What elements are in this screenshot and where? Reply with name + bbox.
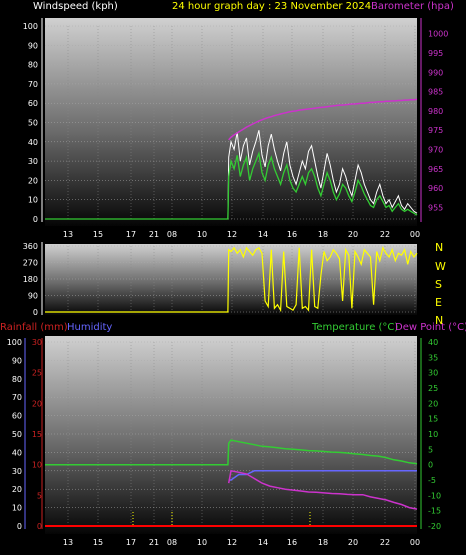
temp-panel-bg	[45, 336, 417, 534]
temp-y-tick: -20	[428, 522, 441, 531]
direction-y-tick: 0	[33, 308, 38, 317]
humidity-y-tick: 30	[12, 467, 22, 476]
humidity-y-tick: 40	[12, 448, 22, 457]
humidity-y-tick: 10	[12, 504, 22, 513]
x-tick-label-top: 15	[93, 230, 103, 239]
direction-y-tick: 90	[28, 292, 38, 301]
x-tick-label-bottom: 08	[167, 538, 177, 547]
x-tick-label-bottom: 10	[197, 538, 207, 547]
x-tick-label-top: 16	[287, 230, 297, 239]
humidity-y-tick: 70	[12, 393, 22, 402]
baro-y-tick: 990	[428, 68, 443, 77]
humidity-y-tick: 60	[12, 412, 22, 421]
x-tick-label-bottom: 00	[410, 538, 420, 547]
temp-y-tick: 20	[428, 399, 438, 408]
wind-y-tick: 50	[28, 119, 38, 128]
temp-y-tick: 5	[428, 445, 433, 454]
compass-label-n-bottom: N	[435, 314, 443, 327]
wind-y-tick: 40	[28, 138, 38, 147]
wind-y-tick: 10	[28, 196, 38, 205]
x-tick-label-top: 13	[63, 230, 73, 239]
x-tick-label-top: 14	[258, 230, 268, 239]
baro-y-tick: 960	[428, 184, 443, 193]
temp-y-tick: 10	[428, 430, 438, 439]
x-tick-label-top: 00	[410, 230, 420, 239]
x-tick-label-bottom: 20	[348, 538, 358, 547]
humidity-title: Humidity	[67, 322, 112, 333]
wind-y-tick: 100	[23, 22, 38, 31]
wind-y-tick: 20	[28, 176, 38, 185]
x-tick-label-bottom: 18	[318, 538, 328, 547]
weather-graph-canvas: 13 13 15 15 17 17 21 21 08 08 10 10 12 12 14 14 16 16 18 18…	[0, 1, 466, 547]
baro-y-tick: 955	[428, 203, 443, 212]
x-tick-label-top: 12	[227, 230, 237, 239]
wind-y-tick: 30	[28, 157, 38, 166]
direction-y-tick: 360	[23, 242, 38, 251]
x-tick-label-bottom: 21	[149, 538, 159, 547]
humidity-y-tick: 100	[7, 338, 22, 347]
humidity-y-tick: 80	[12, 375, 22, 384]
compass-label-w: W	[435, 260, 446, 273]
x-tick-label-bottom: 22	[380, 538, 390, 547]
x-tick-label-top: 21	[149, 230, 159, 239]
temp-y-tick: 15	[428, 415, 438, 424]
compass-label-n-top: N	[435, 241, 443, 254]
temp-y-tick: -15	[428, 507, 441, 516]
barometer-title: Barometer (hpa)	[371, 1, 454, 12]
x-tick-label-bottom: 15	[93, 538, 103, 547]
x-tick-label-top: 10	[197, 230, 207, 239]
compass-label-s: S	[435, 278, 442, 291]
compass-label-e: E	[435, 296, 442, 309]
humidity-y-tick: 20	[12, 485, 22, 494]
dewpoint-title: Dew Point (°C)	[395, 322, 466, 333]
rainfall-title: Rainfall (mm)	[0, 322, 68, 333]
baro-y-tick: 995	[428, 49, 443, 58]
direction-y-tick: 270	[23, 259, 38, 268]
wind-title: Windspeed (kph)	[33, 1, 118, 12]
baro-y-tick: 970	[428, 146, 443, 155]
x-tick-label-top: 08	[167, 230, 177, 239]
baro-y-tick: 965	[428, 165, 443, 174]
temperature-title: Temperature (°C)	[311, 322, 398, 333]
x-tick-label-bottom: 13	[63, 538, 73, 547]
rain-y-tick: 15	[32, 430, 42, 439]
wind-y-tick: 70	[28, 80, 38, 89]
rain-y-tick: 30	[32, 338, 42, 347]
rain-y-tick: 10	[32, 461, 42, 470]
x-tick-label-top: 17	[126, 230, 136, 239]
baro-y-tick: 985	[428, 88, 443, 97]
wind-y-tick: 80	[28, 61, 38, 70]
x-tick-label-top: 22	[380, 230, 390, 239]
rain-y-tick: 0	[37, 522, 42, 531]
rain-y-tick: 20	[32, 399, 42, 408]
temp-y-tick: 25	[428, 384, 438, 393]
humidity-y-tick: 50	[12, 430, 22, 439]
humidity-y-tick: 90	[12, 356, 22, 365]
x-tick-label-top: 20	[348, 230, 358, 239]
wind-panel-bg	[45, 18, 417, 226]
baro-y-tick: 1000	[428, 30, 448, 39]
wind-y-tick: 0	[33, 215, 38, 224]
rain-y-tick: 5	[37, 491, 42, 500]
x-tick-label-top: 18	[318, 230, 328, 239]
temp-y-tick: -10	[428, 491, 441, 500]
temp-y-tick: -5	[428, 476, 436, 485]
x-tick-label-bottom: 16	[287, 538, 297, 547]
temp-y-tick: 35	[428, 353, 438, 362]
graph-title: 24 hour graph day : 23 November 2024	[172, 1, 371, 12]
x-tick-label-bottom: 17	[126, 538, 136, 547]
direction-panel-bg	[45, 244, 417, 315]
temp-y-tick: 0	[428, 461, 433, 470]
temp-y-tick: 40	[428, 338, 438, 347]
wind-y-tick: 90	[28, 41, 38, 50]
temp-y-tick: 30	[428, 369, 438, 378]
x-tick-label-bottom: 14	[258, 538, 268, 547]
wind-y-tick: 60	[28, 99, 38, 108]
baro-y-tick: 980	[428, 107, 443, 116]
x-tick-label-bottom: 12	[227, 538, 237, 547]
direction-y-tick: 180	[23, 275, 38, 284]
baro-y-tick: 975	[428, 126, 443, 135]
rain-y-tick: 25	[32, 369, 42, 378]
humidity-y-tick: 0	[17, 522, 22, 531]
